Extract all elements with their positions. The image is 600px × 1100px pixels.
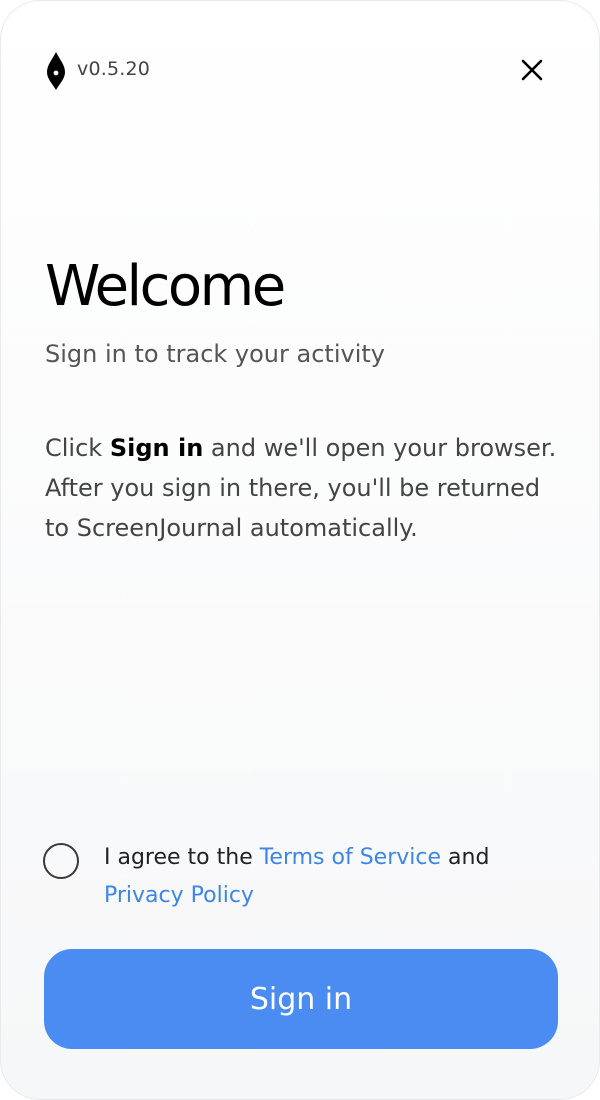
close-icon[interactable]	[515, 53, 549, 87]
agree-checkbox[interactable]	[43, 843, 79, 879]
page-subtitle: Sign in to track your activity	[45, 340, 385, 368]
version-label: v0.5.20	[77, 58, 151, 80]
terms-of-service-link[interactable]: Terms of Service	[260, 845, 441, 870]
agreement-text: I agree to the Terms of Service and Priv…	[104, 839, 544, 915]
signin-window: v0.5.20 Welcome Sign in to track your ac…	[0, 0, 600, 1100]
agreement-prefix: I agree to the	[104, 845, 260, 870]
signin-button[interactable]: Sign in	[44, 949, 558, 1049]
privacy-policy-link[interactable]: Privacy Policy	[104, 883, 254, 908]
signin-instructions: Click Sign in and we'll open your browse…	[45, 428, 565, 548]
instructions-prefix: Click	[45, 434, 110, 462]
instructions-emphasis: Sign in	[109, 434, 204, 462]
page-title: Welcome	[45, 254, 286, 319]
agreement-middle: and	[441, 845, 490, 870]
pen-nib-icon	[47, 52, 65, 90]
